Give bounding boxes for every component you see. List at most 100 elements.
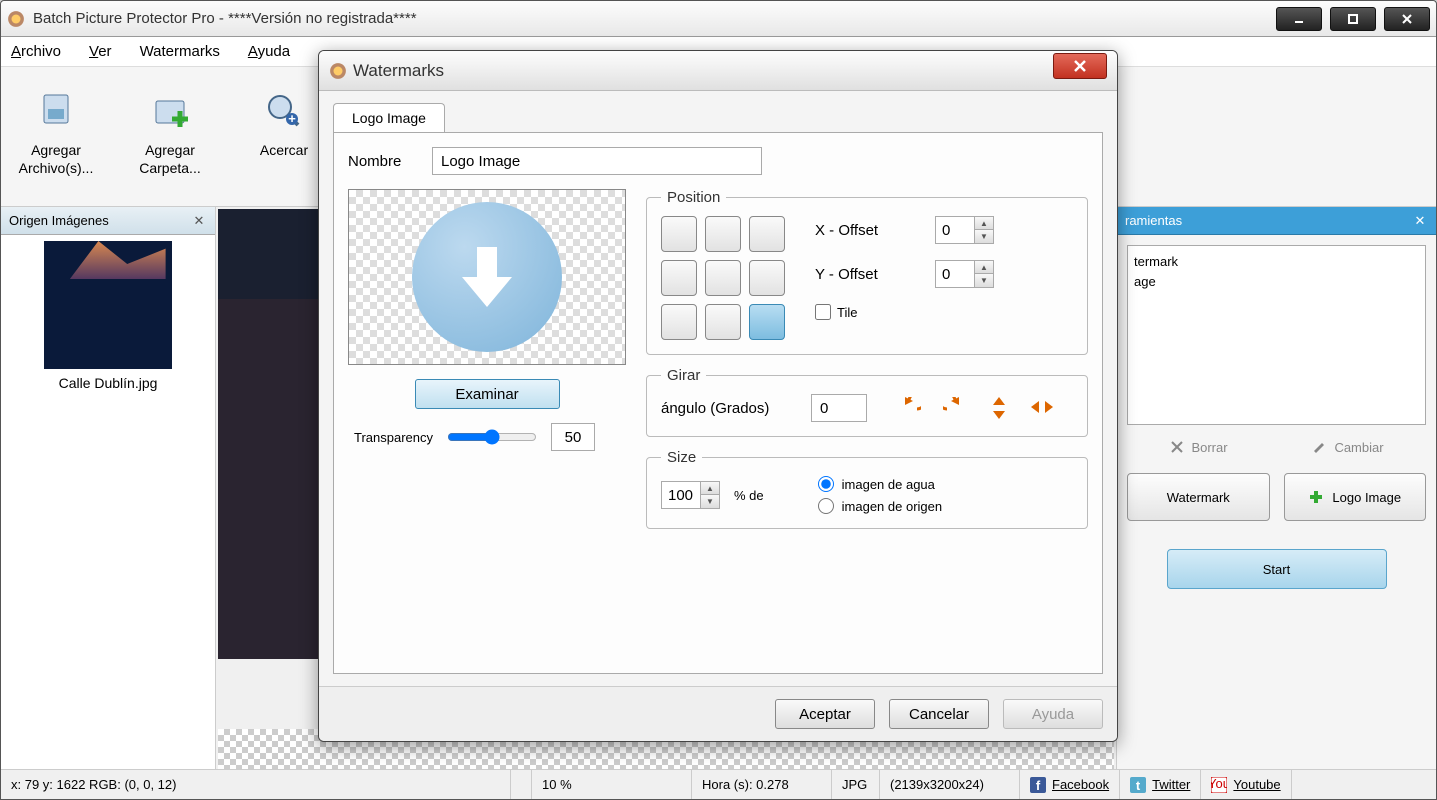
flip-horizontal-icon[interactable] xyxy=(1031,397,1053,417)
list-item[interactable]: age xyxy=(1134,272,1419,292)
list-item[interactable]: termark xyxy=(1134,252,1419,272)
edit-icon xyxy=(1312,439,1328,455)
position-grid xyxy=(661,216,785,340)
menu-archivo[interactable]: Archivo xyxy=(11,43,61,60)
dialog-close-button[interactable] xyxy=(1053,53,1107,79)
source-panel-title: Origen Imágenes xyxy=(9,213,109,228)
percent-of-label: % de xyxy=(734,488,764,503)
twitter-icon: t xyxy=(1130,777,1146,793)
rotate-fieldset: Girar ángulo (Grados) xyxy=(646,367,1088,437)
position-fieldset: Position xyxy=(646,189,1088,355)
help-button[interactable]: Ayuda xyxy=(1003,699,1103,729)
app-title: Batch Picture Protector Pro - ****Versió… xyxy=(33,10,1276,27)
angle-input[interactable] xyxy=(811,394,867,422)
status-facebook-link[interactable]: fFacebook xyxy=(1020,770,1120,799)
position-bottom-left[interactable] xyxy=(661,304,697,340)
size-up[interactable]: ▲ xyxy=(701,482,719,495)
y-offset-input[interactable] xyxy=(935,260,975,288)
transparency-row: Transparency xyxy=(348,423,626,451)
app-icon xyxy=(7,10,25,28)
tile-label: Tile xyxy=(837,305,857,320)
add-files-button[interactable]: AgregarArchivo(s)... xyxy=(11,77,101,206)
y-offset-up[interactable]: ▲ xyxy=(975,261,993,274)
size-spinner: ▲▼ xyxy=(661,481,720,509)
transparency-value[interactable] xyxy=(551,423,595,451)
tools-panel-header: ramientas ✕ xyxy=(1117,207,1436,235)
x-offset-label: X - Offset xyxy=(815,222,925,239)
position-middle-right[interactable] xyxy=(749,260,785,296)
x-offset-down[interactable]: ▼ xyxy=(975,230,993,243)
magnify-plus-icon: + xyxy=(264,91,304,131)
accept-button[interactable]: Aceptar xyxy=(775,699,875,729)
down-arrow-icon xyxy=(412,202,562,352)
dialog-buttons: Aceptar Cancelar Ayuda xyxy=(319,686,1117,741)
flip-vertical-icon[interactable] xyxy=(989,397,1009,419)
transparency-slider[interactable] xyxy=(447,429,537,445)
thumbnail-label: Calle Dublín.jpg xyxy=(7,375,209,391)
nombre-label: Nombre xyxy=(348,153,418,170)
position-top-center[interactable] xyxy=(705,216,741,252)
close-button[interactable] xyxy=(1384,7,1430,31)
tile-checkbox[interactable] xyxy=(815,304,831,320)
menu-ver[interactable]: Ver xyxy=(89,43,112,60)
position-bottom-right[interactable] xyxy=(749,304,785,340)
preview-image[interactable] xyxy=(218,209,318,659)
add-text-watermark-button[interactable]: Watermark xyxy=(1127,473,1270,521)
add-logo-image-button[interactable]: Logo Image xyxy=(1284,473,1427,521)
minimize-button[interactable] xyxy=(1276,7,1322,31)
y-offset-label: Y - Offset xyxy=(815,266,925,283)
y-offset-spinner: ▲▼ xyxy=(935,260,994,288)
position-middle-left[interactable] xyxy=(661,260,697,296)
rotate-ccw-icon[interactable] xyxy=(897,397,921,417)
radio-water-image[interactable] xyxy=(818,476,834,492)
menu-ayuda[interactable]: Ayuda xyxy=(248,43,290,60)
plus-icon xyxy=(1308,489,1324,505)
size-radio-group: imagen de agua imagen de origen xyxy=(818,476,942,514)
position-top-right[interactable] xyxy=(749,216,785,252)
maximize-button[interactable] xyxy=(1330,7,1376,31)
cancel-button[interactable]: Cancelar xyxy=(889,699,989,729)
status-format: JPG xyxy=(832,770,880,799)
rotate-legend: Girar xyxy=(661,367,706,384)
status-coords: x: 79 y: 1622 RGB: (0, 0, 12) xyxy=(1,770,511,799)
position-bottom-center[interactable] xyxy=(705,304,741,340)
y-offset-down[interactable]: ▼ xyxy=(975,274,993,287)
status-dimensions: (2139x3200x24) xyxy=(880,770,1020,799)
angle-label: ángulo (Grados) xyxy=(661,400,791,417)
radio-origin-image[interactable] xyxy=(818,498,834,514)
tools-panel-close-icon[interactable]: ✕ xyxy=(1412,213,1428,229)
delete-action[interactable]: Borrar xyxy=(1169,439,1227,455)
statusbar: x: 79 y: 1622 RGB: (0, 0, 12) 10 % Hora … xyxy=(1,769,1436,799)
position-top-left[interactable] xyxy=(661,216,697,252)
position-middle-center[interactable] xyxy=(705,260,741,296)
tab-logo-image[interactable]: Logo Image xyxy=(333,103,445,132)
source-panel-close-icon[interactable]: ✕ xyxy=(191,213,207,229)
tab-panel: Nombre Examinar Transparency xyxy=(333,132,1103,674)
position-legend: Position xyxy=(661,189,726,206)
x-offset-input[interactable] xyxy=(935,216,975,244)
youtube-icon: You xyxy=(1211,777,1227,793)
transparency-label: Transparency xyxy=(354,430,433,445)
browse-button[interactable]: Examinar xyxy=(415,379,560,409)
top-split: Examinar Transparency Position xyxy=(348,189,1088,529)
thumbnail-image[interactable] xyxy=(44,241,172,369)
watermark-list[interactable]: termark age xyxy=(1127,245,1426,425)
thumbnail-list: Calle Dublín.jpg xyxy=(1,235,215,397)
status-twitter-link[interactable]: tTwitter xyxy=(1120,770,1201,799)
add-folder-button[interactable]: AgregarCarpeta... xyxy=(125,77,215,206)
status-zoom: 10 % xyxy=(532,770,692,799)
x-offset-up[interactable]: ▲ xyxy=(975,217,993,230)
start-button[interactable]: Start xyxy=(1167,549,1387,589)
status-youtube-link[interactable]: YouYoutube xyxy=(1201,770,1291,799)
zoom-in-button[interactable]: + Acercar xyxy=(239,77,329,206)
dialog-titlebar[interactable]: Watermarks xyxy=(319,51,1117,91)
change-action[interactable]: Cambiar xyxy=(1312,439,1383,455)
rotate-cw-icon[interactable] xyxy=(943,397,967,417)
size-input[interactable] xyxy=(661,481,701,509)
main-titlebar[interactable]: Batch Picture Protector Pro - ****Versió… xyxy=(1,1,1436,37)
size-down[interactable]: ▼ xyxy=(701,495,719,508)
menu-watermarks[interactable]: Watermarks xyxy=(140,43,220,60)
svg-text:You: You xyxy=(1211,777,1227,791)
nombre-input[interactable] xyxy=(432,147,762,175)
tools-panel: ramientas ✕ termark age Borrar Cambiar W… xyxy=(1116,207,1436,769)
